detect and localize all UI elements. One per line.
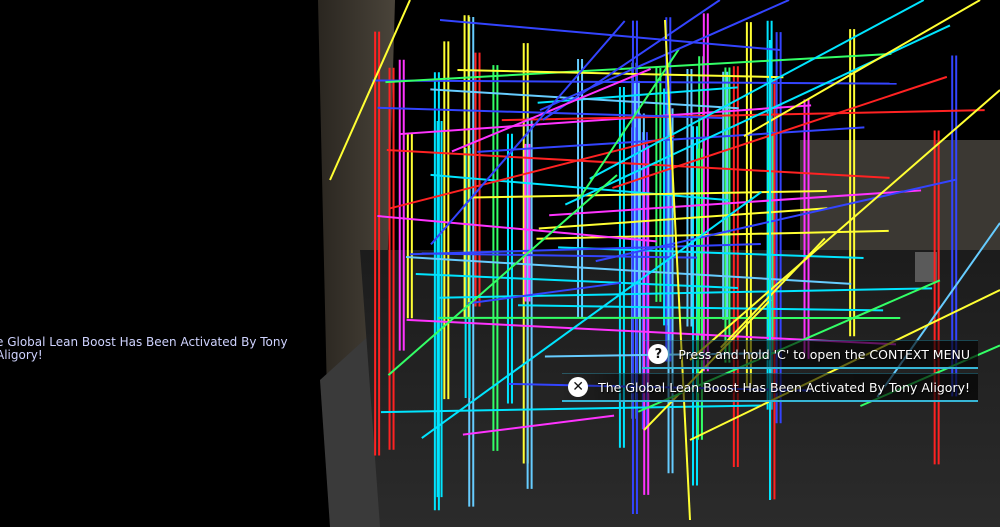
- notification-text: The Global Lean Boost Has Been Activated…: [598, 379, 970, 395]
- far-wall: [800, 140, 1000, 250]
- void-area: [0, 0, 330, 527]
- context-menu-hint-notification: ? Press and hold 'C' to open the CONTEXT…: [642, 340, 978, 369]
- question-icon: ?: [648, 344, 669, 364]
- wire-segment: [501, 109, 985, 122]
- game-world-viewport: [0, 0, 1000, 527]
- wire-segment: [377, 215, 657, 243]
- chat-log: e Global Lean Boost Has Been Activated B…: [0, 336, 316, 362]
- notification-text: Press and hold 'C' to open the CONTEXT M…: [678, 346, 970, 362]
- wire-segment: [743, 0, 981, 138]
- chat-message: e Global Lean Boost Has Been Activated B…: [0, 335, 288, 362]
- lean-boost-notification: ✕ The Global Lean Boost Has Been Activat…: [562, 373, 978, 402]
- close-icon: ✕: [568, 377, 589, 397]
- wire-segment: [439, 19, 781, 51]
